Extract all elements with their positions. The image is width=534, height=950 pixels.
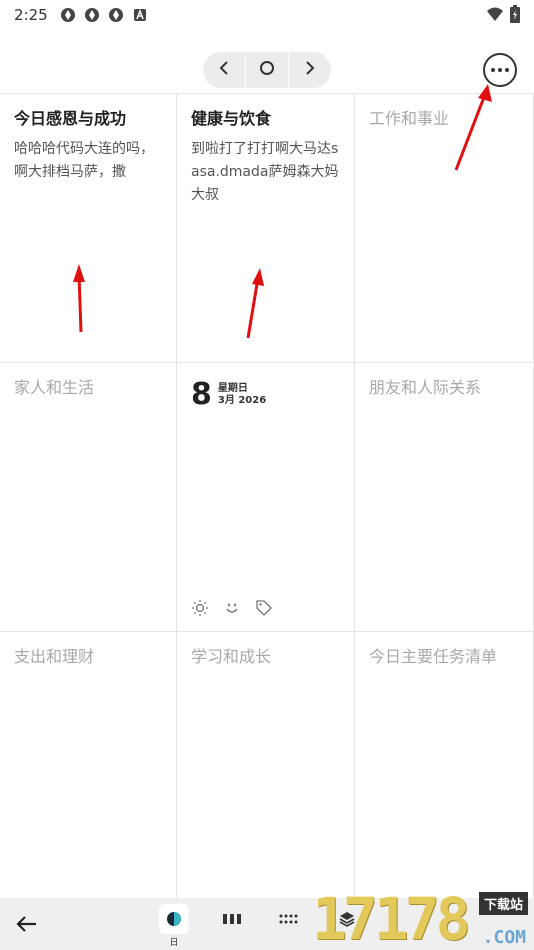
cell-title: 健康与饮食 bbox=[191, 109, 272, 128]
cell-body: 哈哈哈代码大连的吗，啊大排档马萨，撒 bbox=[14, 141, 154, 180]
journal-cell-learning[interactable]: 学习和成长 bbox=[177, 632, 355, 899]
tab-day-label: 日 bbox=[169, 938, 179, 948]
cell-body: 到啦打了打打啊大马达sasa.dmada萨姆森大妈大叔 bbox=[191, 141, 339, 203]
date-meta: 星期日 3月 2026 bbox=[218, 383, 266, 407]
journal-cell-friends[interactable]: 朋友和人际关系 bbox=[355, 363, 534, 632]
week-view-icon bbox=[223, 914, 241, 924]
chevron-left-icon bbox=[217, 60, 231, 80]
cell-title: 朋友和人际关系 bbox=[369, 378, 482, 397]
more-horizontal-icon-dot bbox=[491, 68, 495, 72]
prev-day-button[interactable] bbox=[204, 52, 244, 88]
back-arrow-icon[interactable] bbox=[14, 911, 40, 937]
day-view-icon bbox=[167, 912, 181, 926]
watermark-number: 17178 bbox=[312, 885, 471, 950]
tab-month-view[interactable] bbox=[274, 904, 304, 934]
status-time: 2:25 bbox=[14, 6, 48, 24]
battery-icon bbox=[510, 5, 520, 27]
tab-day-view[interactable] bbox=[159, 904, 189, 934]
watermark-logo: 17178 下载站 .COM bbox=[312, 888, 534, 950]
circle-icon bbox=[259, 60, 275, 80]
nav-divider bbox=[288, 52, 290, 88]
more-horizontal-icon-dot bbox=[505, 68, 509, 72]
journal-cell-health[interactable]: 健康与饮食 到啦打了打打啊大马达sasa.dmada萨姆森大妈大叔 bbox=[177, 94, 355, 363]
journal-cell-tasks[interactable]: 今日主要任务清单 bbox=[355, 632, 534, 899]
more-horizontal-icon-dot bbox=[498, 68, 502, 72]
watermark-site: 下载站 bbox=[478, 892, 528, 915]
next-day-button[interactable] bbox=[290, 52, 330, 88]
date-navigation bbox=[203, 52, 331, 88]
date-display: 8 星期日 3月 2026 bbox=[191, 379, 340, 411]
sync-icon bbox=[60, 7, 76, 23]
status-bar: 2:25 bbox=[0, 0, 534, 30]
month-view-icon bbox=[279, 914, 298, 924]
sync-icon bbox=[108, 7, 124, 23]
sync-icon bbox=[84, 7, 100, 23]
chevron-right-icon bbox=[303, 60, 317, 80]
nav-divider bbox=[244, 52, 246, 88]
date-month-year: 3月 2026 bbox=[217, 395, 267, 406]
cell-title: 工作和事业 bbox=[369, 109, 450, 128]
status-system-icons bbox=[486, 5, 520, 27]
journal-cell-gratitude[interactable]: 今日感恩与成功 哈哈哈代码大连的吗，啊大排档马萨，撒 bbox=[0, 94, 177, 363]
today-button[interactable] bbox=[247, 52, 287, 88]
journal-cell-work[interactable]: 工作和事业 bbox=[355, 94, 534, 363]
cell-title: 学习和成长 bbox=[191, 647, 272, 666]
entry-attribute-icons bbox=[191, 599, 273, 617]
watermark-domain: .COM bbox=[482, 927, 526, 948]
sun-icon[interactable] bbox=[191, 599, 209, 617]
date-weekday: 星期日 bbox=[217, 383, 248, 394]
wifi-icon bbox=[486, 6, 504, 26]
date-day: 8 bbox=[191, 377, 212, 412]
a-box-icon bbox=[132, 7, 148, 23]
journal-cell-finance[interactable]: 支出和理财 bbox=[0, 632, 177, 899]
journal-cell-date[interactable]: 8 星期日 3月 2026 bbox=[177, 363, 355, 632]
journal-grid: 今日感恩与成功 哈哈哈代码大连的吗，啊大排档马萨，撒 健康与饮食 到啦打了打打啊… bbox=[0, 93, 534, 899]
tag-icon[interactable] bbox=[255, 599, 273, 617]
journal-cell-family[interactable]: 家人和生活 bbox=[0, 363, 177, 632]
more-options-button[interactable] bbox=[483, 53, 517, 87]
smile-icon[interactable] bbox=[223, 599, 241, 617]
cell-title: 今日主要任务清单 bbox=[369, 647, 498, 666]
tab-week-view[interactable] bbox=[217, 904, 247, 934]
cell-title: 今日感恩与成功 bbox=[14, 109, 127, 128]
cell-title: 家人和生活 bbox=[14, 378, 95, 397]
status-notification-icons bbox=[60, 7, 148, 23]
cell-title: 支出和理财 bbox=[14, 647, 95, 666]
